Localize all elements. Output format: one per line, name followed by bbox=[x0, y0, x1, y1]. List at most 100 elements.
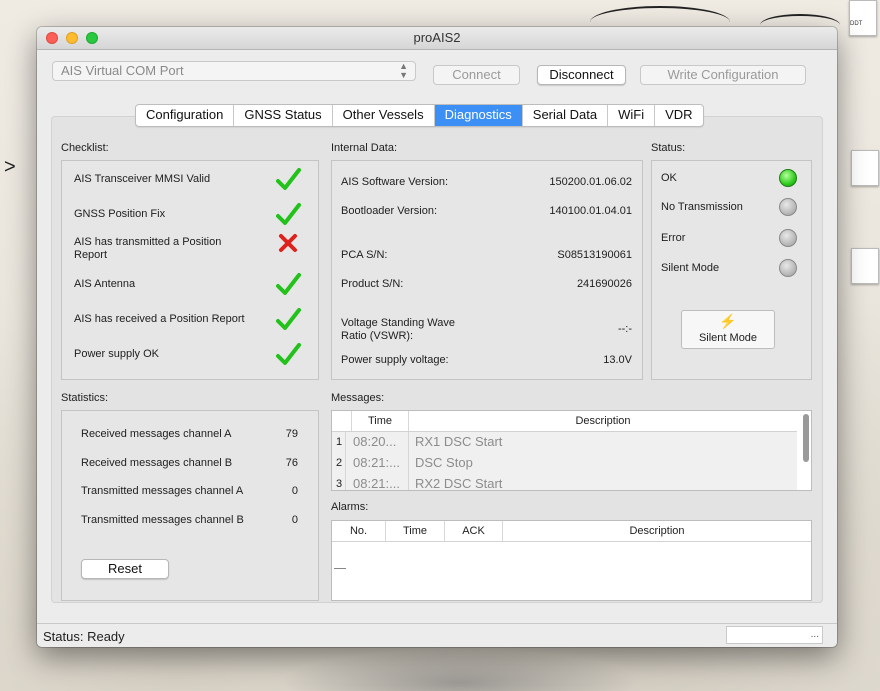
internal-data-value: 150200.01.06.02 bbox=[549, 176, 632, 188]
alarms-time-header[interactable]: Time bbox=[386, 521, 445, 541]
connect-button[interactable]: Connect bbox=[433, 65, 520, 85]
alarms-table: No. Time ACK Description bbox=[331, 520, 812, 601]
silent-mode-button[interactable]: ⚡ Silent Mode bbox=[681, 310, 775, 349]
messages-header: Time Description bbox=[332, 411, 797, 432]
minimize-window-button[interactable] bbox=[66, 32, 78, 44]
messages-table-row[interactable]: 3 08:21:... RX2 DSC Start bbox=[332, 474, 797, 491]
internal-data-key: Power supply voltage: bbox=[341, 354, 449, 366]
checklist-item-label: AIS Antenna bbox=[74, 278, 136, 290]
messages-description-header[interactable]: Description bbox=[409, 411, 797, 431]
statistics-item-value: 79 bbox=[285, 428, 298, 440]
internal-data-value: 13.0V bbox=[603, 354, 632, 366]
checklist-item-label: AIS Transceiver MMSI Valid bbox=[74, 173, 211, 185]
internal-data-value: 241690026 bbox=[576, 278, 632, 290]
statistics-item-label: Received messages channel B bbox=[81, 457, 233, 469]
row-number-header bbox=[332, 411, 352, 431]
alarms-ack-header[interactable]: ACK bbox=[445, 521, 503, 541]
desktop-document-icon[interactable] bbox=[851, 150, 879, 186]
statistics-label: Statistics: bbox=[61, 392, 109, 404]
close-window-button[interactable] bbox=[46, 32, 58, 44]
alarms-placeholder-line bbox=[334, 568, 346, 569]
internal-data-key: PCA S/N: bbox=[341, 249, 388, 261]
message-description: RX1 DSC Start bbox=[415, 434, 503, 449]
internal-data-value: --:- bbox=[617, 323, 632, 335]
message-time: 08:21:... bbox=[345, 453, 409, 474]
status-led-icon bbox=[779, 259, 797, 277]
messages-table-row[interactable]: 2 08:21:... DSC Stop bbox=[332, 453, 797, 475]
internal-data-key: Bootloader Version: bbox=[341, 205, 438, 217]
checkmark-icon bbox=[275, 307, 301, 331]
reset-button[interactable]: Reset bbox=[81, 559, 169, 579]
alarms-header: No. Time ACK Description bbox=[332, 521, 811, 542]
background-sketch bbox=[280, 650, 640, 691]
status-bar: Status: Ready ... bbox=[37, 623, 837, 647]
internal-data-label: Internal Data: bbox=[331, 142, 398, 154]
tab-configuration[interactable]: Configuration bbox=[136, 105, 235, 126]
internal-data-value: 140100.01.04.01 bbox=[549, 205, 632, 217]
message-time: 08:20... bbox=[345, 432, 409, 453]
app-window: proAIS2 AIS Virtual COM Port ▲ ▼ Connect … bbox=[37, 27, 837, 647]
statistics-item-label: Transmitted messages channel A bbox=[81, 485, 244, 497]
write-configuration-button[interactable]: Write Configuration bbox=[640, 65, 806, 85]
statistics-item-value: 0 bbox=[291, 514, 298, 526]
tab-gnss-status[interactable]: GNSS Status bbox=[234, 105, 333, 126]
status-item-label: No Transmission bbox=[661, 201, 743, 213]
messages-label: Messages: bbox=[331, 392, 385, 404]
internal-data-box bbox=[331, 160, 643, 380]
com-port-value: AIS Virtual COM Port bbox=[61, 63, 184, 78]
status-text: Status: Ready bbox=[43, 629, 125, 644]
background-sketch: > bbox=[4, 156, 16, 178]
status-item-label: OK bbox=[661, 172, 677, 184]
title-bar[interactable]: proAIS2 bbox=[37, 27, 837, 50]
tab-diagnostics[interactable]: Diagnostics bbox=[434, 105, 523, 126]
status-led-icon bbox=[779, 198, 797, 216]
status-item-label: Silent Mode bbox=[661, 262, 720, 274]
internal-data-value: S08513190061 bbox=[557, 249, 632, 261]
tab-serial-data[interactable]: Serial Data bbox=[523, 105, 609, 126]
desktop-document-icon[interactable] bbox=[851, 248, 879, 284]
alarms-label: Alarms: bbox=[331, 501, 369, 513]
alarms-no-header[interactable]: No. bbox=[332, 521, 386, 541]
status-led-icon bbox=[779, 169, 797, 187]
zoom-window-button[interactable] bbox=[86, 32, 98, 44]
tab-wifi[interactable]: WiFi bbox=[608, 105, 656, 126]
message-row-number: 3 bbox=[336, 478, 343, 490]
checklist-item-label: AIS has transmitted a Position Report bbox=[74, 236, 222, 261]
com-port-select[interactable]: AIS Virtual COM Port ▲ ▼ bbox=[52, 61, 416, 81]
checklist-item-label: GNSS Position Fix bbox=[74, 208, 166, 220]
messages-table-row[interactable]: 1 08:20... RX1 DSC Start bbox=[332, 432, 797, 454]
window-title: proAIS2 bbox=[413, 30, 461, 45]
status-label: Status: bbox=[651, 142, 686, 154]
cross-icon bbox=[275, 230, 299, 254]
checkmark-icon bbox=[275, 272, 301, 296]
internal-data-key: Product S/N: bbox=[341, 278, 404, 290]
tab-bar: Configuration GNSS Status Other Vessels … bbox=[135, 104, 704, 127]
checklist-item-label: AIS has received a Position Report bbox=[74, 313, 245, 325]
internal-data-key: Voltage Standing Wave Ratio (VSWR): bbox=[341, 317, 455, 342]
lightning-icon: ⚡ bbox=[719, 313, 737, 329]
message-row-number: 1 bbox=[336, 436, 343, 448]
tab-vdr[interactable]: VDR bbox=[655, 105, 702, 126]
checklist-item-label: Power supply OK bbox=[74, 348, 159, 360]
message-time: 08:21:... bbox=[345, 474, 409, 490]
messages-scrollbar[interactable] bbox=[803, 414, 809, 462]
status-led-icon bbox=[779, 229, 797, 247]
message-description: RX2 DSC Start bbox=[415, 476, 503, 491]
statistics-item-value: 0 bbox=[291, 485, 298, 497]
status-field: ... bbox=[726, 626, 823, 644]
checklist-label: Checklist: bbox=[61, 142, 109, 154]
statistics-item-value: 76 bbox=[285, 457, 298, 469]
message-row-number: 2 bbox=[336, 457, 343, 469]
checkmark-icon bbox=[275, 167, 301, 191]
disconnect-button[interactable]: Disconnect bbox=[537, 65, 626, 85]
checkmark-icon bbox=[275, 342, 301, 366]
messages-table: Time Description 1 08:20... RX1 DSC Start 2… bbox=[331, 410, 812, 491]
alarms-description-header[interactable]: Description bbox=[503, 521, 811, 541]
statistics-item-label: Received messages channel A bbox=[81, 428, 232, 440]
status-field-ellipsis: ... bbox=[810, 629, 819, 640]
internal-data-key: AIS Software Version: bbox=[341, 176, 448, 188]
messages-time-header[interactable]: Time bbox=[352, 411, 409, 431]
up-down-arrows-icon: ▲ ▼ bbox=[399, 61, 408, 80]
tab-other-vessels[interactable]: Other Vessels bbox=[333, 105, 435, 126]
desktop-file-icon[interactable]: DDT bbox=[849, 0, 877, 36]
